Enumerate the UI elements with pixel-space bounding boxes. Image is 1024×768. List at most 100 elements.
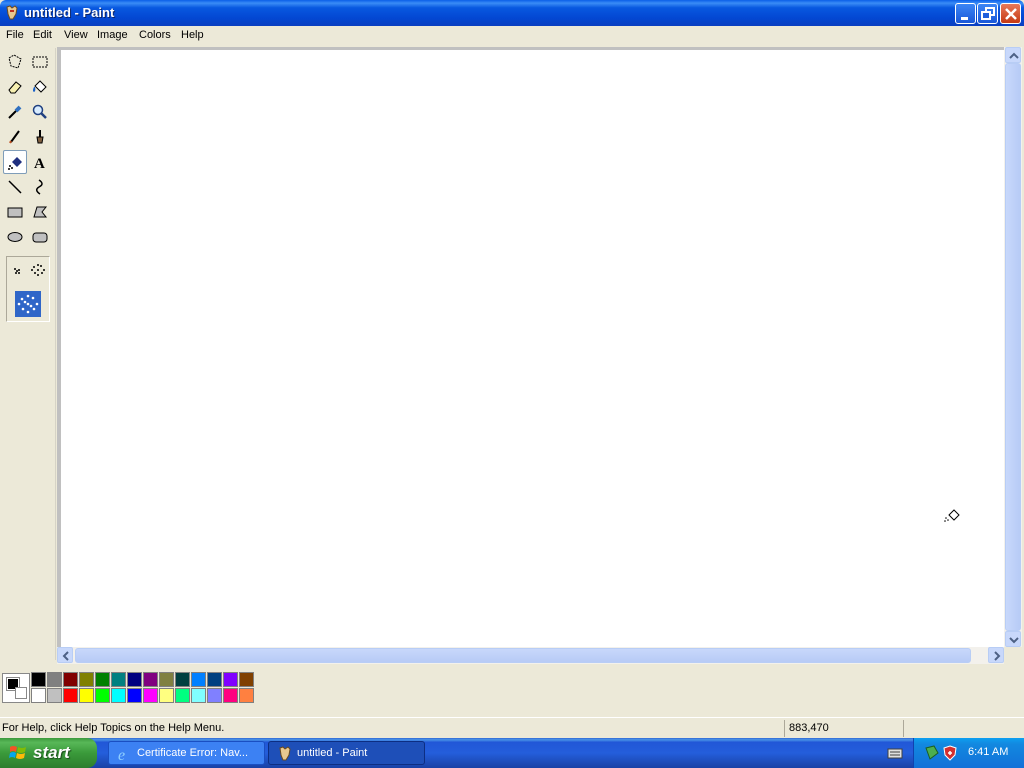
airbrush-tool[interactable] <box>3 150 27 174</box>
palette-swatch[interactable] <box>95 688 110 703</box>
line-tool[interactable] <box>3 175 27 199</box>
palette-swatch[interactable] <box>47 672 62 687</box>
scroll-left-button[interactable] <box>57 647 73 663</box>
status-divider <box>784 720 785 737</box>
eraser-tool[interactable] <box>3 75 27 99</box>
horizontal-scrollbar[interactable] <box>57 647 1004 664</box>
current-colors-box <box>2 673 30 703</box>
close-icon <box>1005 8 1017 20</box>
menu-image[interactable]: Image <box>97 29 128 41</box>
vertical-scrollbar[interactable] <box>1004 47 1022 647</box>
palette-swatch[interactable] <box>159 672 174 687</box>
menu-bar: File Edit View Image Colors Help <box>0 26 1024 45</box>
internet-explorer-icon: e <box>117 746 133 765</box>
scrollbar-corner <box>1004 647 1024 664</box>
select-tool[interactable] <box>28 50 52 74</box>
status-divider <box>903 720 904 737</box>
taskbar-item-label: Certificate Error: Nav... <box>137 747 249 759</box>
text-tool[interactable]: A <box>28 150 52 174</box>
curve-tool[interactable] <box>28 175 52 199</box>
palette-swatch[interactable] <box>239 688 254 703</box>
pick-color-tool-icon <box>8 105 22 119</box>
taskbar-item-certificate-error[interactable]: e Certificate Error: Nav... <box>108 741 265 765</box>
background-color <box>15 687 27 699</box>
taskbar-item-label: untitled - Paint <box>297 747 368 759</box>
toolbox: A <box>0 48 56 660</box>
palette-swatch[interactable] <box>159 688 174 703</box>
palette-swatch[interactable] <box>111 672 126 687</box>
menu-help[interactable]: Help <box>181 29 204 41</box>
palette-swatch[interactable] <box>175 672 190 687</box>
horizontal-scroll-thumb[interactable] <box>75 648 971 663</box>
close-button[interactable] <box>1000 3 1021 24</box>
status-help-text: For Help, click Help Topics on the Help … <box>2 722 225 734</box>
restore-button[interactable] <box>977 3 998 24</box>
select-tool-icon <box>32 56 48 68</box>
palette-swatch[interactable] <box>191 688 206 703</box>
menu-colors[interactable]: Colors <box>139 29 171 41</box>
pick-color-tool[interactable] <box>3 100 27 124</box>
rectangle-tool[interactable] <box>3 200 27 224</box>
network-icon[interactable] <box>924 745 940 764</box>
taskbar-item-paint[interactable]: untitled - Paint <box>268 741 425 765</box>
small-spray-option[interactable] <box>10 264 24 281</box>
menu-view[interactable]: View <box>64 29 88 41</box>
ellipse-tool[interactable] <box>3 225 27 249</box>
palette-swatch[interactable] <box>127 672 142 687</box>
palette-swatch[interactable] <box>31 672 46 687</box>
paint-app-icon <box>277 746 293 765</box>
scroll-up-button[interactable] <box>1005 47 1021 63</box>
start-label: start <box>33 743 70 762</box>
palette-swatch[interactable] <box>191 672 206 687</box>
pencil-tool[interactable] <box>3 125 27 149</box>
svg-text:e: e <box>118 747 125 762</box>
large-spray-option[interactable] <box>15 291 41 317</box>
fill-with-color-tool[interactable] <box>28 75 52 99</box>
scroll-right-button[interactable] <box>988 647 1004 663</box>
brush-tool[interactable] <box>28 125 52 149</box>
free-form-select-tool[interactable] <box>3 50 27 74</box>
palette-swatch[interactable] <box>239 672 254 687</box>
brush-tool-icon <box>36 130 44 144</box>
palette-swatch[interactable] <box>31 688 46 703</box>
menu-file[interactable]: File <box>6 29 24 41</box>
start-button[interactable]: start <box>0 738 97 768</box>
small-spray-icon <box>14 268 20 274</box>
pencil-tool-icon <box>9 130 20 144</box>
polygon-tool[interactable] <box>28 200 52 224</box>
security-shield-icon[interactable] <box>942 745 958 764</box>
palette-swatch[interactable] <box>207 688 222 703</box>
palette-swatch[interactable] <box>175 688 190 703</box>
palette-swatch[interactable] <box>47 688 62 703</box>
palette-swatch[interactable] <box>111 688 126 703</box>
scroll-down-button[interactable] <box>1005 631 1021 647</box>
clock[interactable]: 6:41 AM <box>968 746 1008 758</box>
palette-swatch[interactable] <box>127 688 142 703</box>
menu-edit[interactable]: Edit <box>33 29 52 41</box>
palette-swatch[interactable] <box>79 688 94 703</box>
minimize-button[interactable] <box>955 3 976 24</box>
palette-swatch[interactable] <box>95 672 110 687</box>
magnifier-tool-icon <box>32 104 47 119</box>
palette-swatch[interactable] <box>223 672 238 687</box>
airbrush-cursor-icon <box>943 508 961 527</box>
palette-swatch[interactable] <box>63 688 78 703</box>
palette-swatch[interactable] <box>207 672 222 687</box>
canvas-workspace <box>57 47 1004 647</box>
eraser-tool-icon <box>8 81 22 94</box>
palette-swatch[interactable] <box>223 688 238 703</box>
palette-swatch[interactable] <box>143 688 158 703</box>
drawing-canvas[interactable] <box>61 50 1004 647</box>
medium-spray-option[interactable] <box>29 261 47 282</box>
palette-swatch[interactable] <box>79 672 94 687</box>
chevron-up-icon <box>1009 52 1019 59</box>
palette-swatch[interactable] <box>63 672 78 687</box>
vertical-scroll-thumb[interactable] <box>1005 63 1021 631</box>
magnifier-tool[interactable] <box>28 100 52 124</box>
text-tool-icon: A <box>34 156 45 171</box>
palette-swatch[interactable] <box>143 672 158 687</box>
title-bar[interactable]: untitled - Paint <box>0 0 1024 26</box>
keyboard-icon[interactable] <box>887 746 903 763</box>
polygon-tool-icon <box>33 206 48 218</box>
rounded-rectangle-tool[interactable] <box>28 225 52 249</box>
